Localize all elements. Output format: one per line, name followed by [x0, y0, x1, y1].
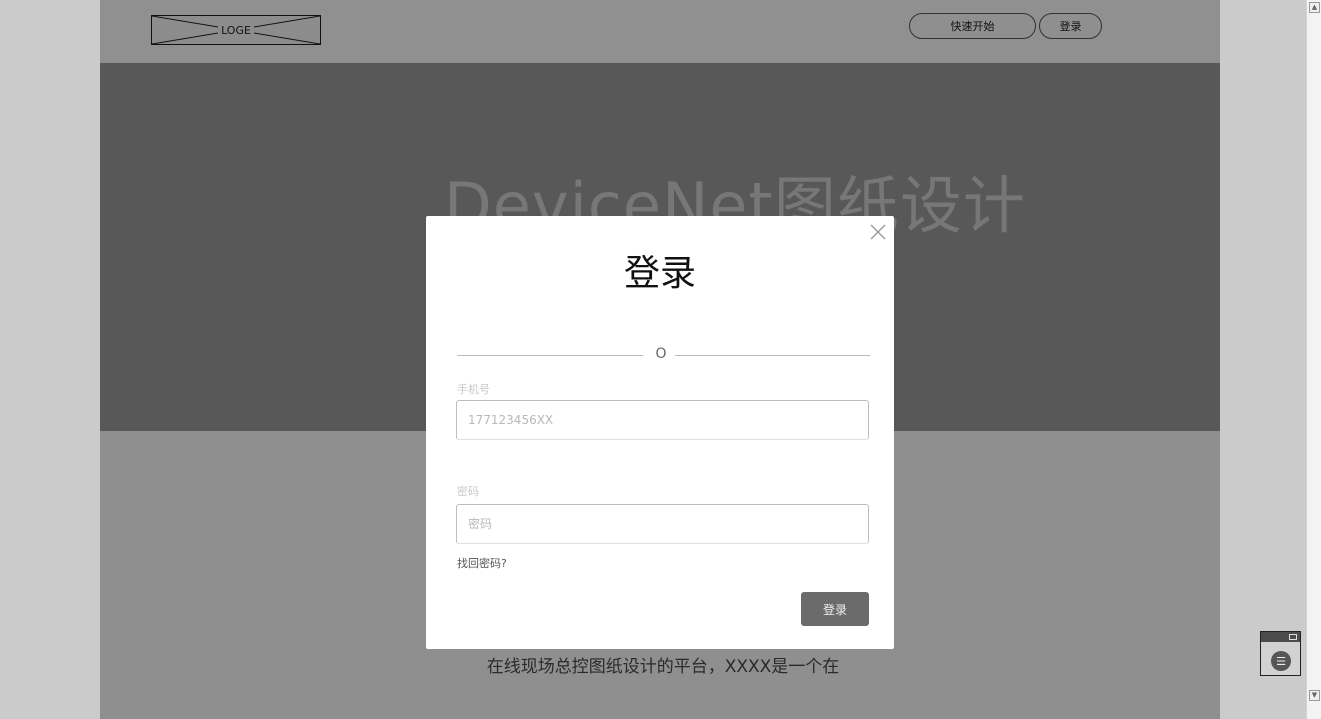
forgot-password-link[interactable]: 找回密码?	[457, 555, 507, 571]
logo[interactable]: LOGE	[151, 15, 321, 45]
arrow-up-icon[interactable]: ▲	[1309, 2, 1320, 13]
vertical-scrollbar[interactable]: ▲ ▼	[1306, 0, 1321, 719]
password-input[interactable]	[456, 504, 869, 544]
floating-widget-bar	[1261, 632, 1300, 642]
phone-input[interactable]	[456, 400, 869, 440]
close-icon[interactable]	[868, 222, 888, 242]
password-label: 密码	[457, 485, 479, 498]
divider-text: O	[655, 346, 667, 362]
header-login-button[interactable]: 登录	[1039, 13, 1102, 39]
quick-start-button[interactable]: 快速开始	[909, 13, 1036, 39]
floating-widget[interactable]: ☰	[1260, 631, 1301, 676]
divider-left	[457, 355, 643, 356]
restore-icon[interactable]	[1289, 634, 1297, 640]
divider-right	[675, 355, 870, 356]
login-submit-button[interactable]: 登录	[801, 592, 869, 626]
header: LOGE 快速开始 登录	[100, 0, 1220, 63]
logo-text: LOGE	[218, 23, 254, 37]
arrow-down-icon[interactable]: ▼	[1309, 690, 1320, 701]
login-modal: 登录 O 手机号 密码 找回密码? 登录	[426, 216, 894, 649]
menu-icon[interactable]: ☰	[1271, 651, 1291, 671]
phone-label: 手机号	[457, 383, 490, 396]
modal-title: 登录	[623, 253, 696, 294]
